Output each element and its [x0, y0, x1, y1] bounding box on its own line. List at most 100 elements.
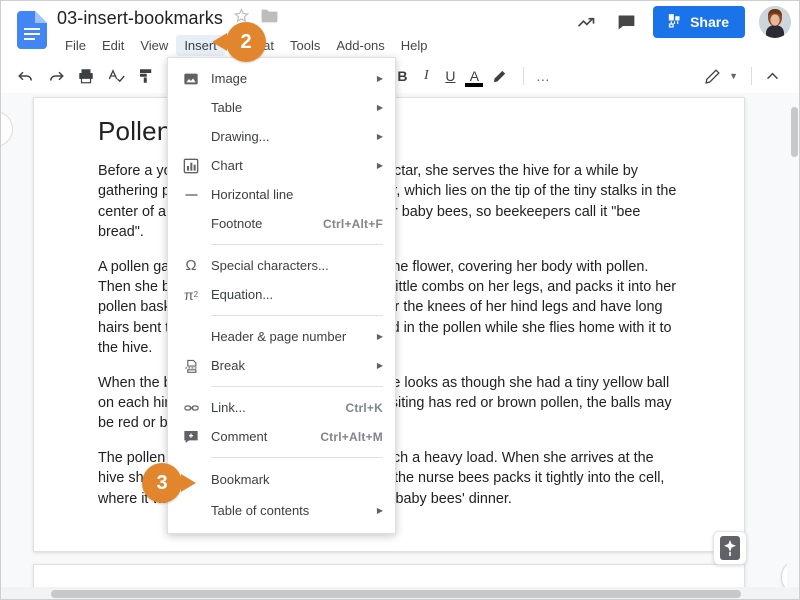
- chart-icon: [178, 158, 204, 174]
- menu-divider: [211, 386, 383, 387]
- chevron-right-icon: ▶: [376, 161, 383, 170]
- add-comment-icon: [178, 429, 204, 445]
- redo-icon[interactable]: [43, 63, 69, 89]
- callout-tail: [181, 474, 196, 492]
- insert-dropdown-menu: Image ▶ Table ▶ Drawing... ▶ Chart ▶ Hor…: [167, 57, 396, 534]
- header-actions: Share: [573, 6, 791, 38]
- menu-item-equation[interactable]: π2 Equation...: [168, 280, 395, 309]
- menu-tools[interactable]: Tools: [282, 35, 328, 56]
- docs-logo-icon[interactable]: [17, 11, 47, 49]
- image-icon: [178, 71, 204, 87]
- toolbar-divider: [523, 67, 525, 85]
- italic-button[interactable]: I: [414, 68, 438, 84]
- menu-help[interactable]: Help: [393, 35, 436, 56]
- menu-label: Bookmark: [211, 472, 270, 487]
- equation-icon: π2: [183, 286, 199, 303]
- menu-label: Break: [211, 358, 245, 373]
- vertical-scrollbar-thumb[interactable]: [791, 107, 798, 157]
- menu-label: Equation...: [211, 287, 274, 302]
- page-title[interactable]: 03-insert-bookmarks: [57, 8, 223, 29]
- explore-sparkle-icon: [720, 536, 740, 560]
- toolbar-divider: [751, 67, 752, 85]
- menu-label: Table of contents: [211, 503, 310, 518]
- chevron-right-icon: ▶: [376, 506, 383, 515]
- menu-label: Footnote: [211, 216, 263, 231]
- print-icon[interactable]: [73, 63, 99, 89]
- menu-label: Chart: [211, 158, 243, 173]
- menu-item-comment[interactable]: Comment Ctrl+Alt+M: [168, 422, 395, 451]
- share-button[interactable]: Share: [653, 6, 745, 38]
- text-color-label: A: [469, 68, 480, 84]
- menu-divider: [211, 315, 383, 316]
- omega-icon: Ω: [185, 257, 197, 274]
- highlight-pen-icon[interactable]: [486, 63, 512, 89]
- menu-item-footnote[interactable]: Footnote Ctrl+Alt+F: [168, 209, 395, 238]
- share-lock-icon: [666, 12, 683, 32]
- chevron-right-icon: ▶: [376, 361, 383, 370]
- menu-item-break[interactable]: Break ▶: [168, 351, 395, 380]
- callout-number: 2: [240, 30, 252, 53]
- menu-shortcut: Ctrl+Alt+F: [322, 216, 383, 231]
- vertical-scrollbar[interactable]: [787, 93, 799, 599]
- link-icon: [178, 400, 204, 416]
- undo-icon[interactable]: [13, 63, 39, 89]
- chevron-right-icon: ▶: [376, 132, 383, 141]
- share-label: Share: [690, 14, 729, 30]
- document-canvas: Pollen Before a young bee is old enough …: [1, 93, 799, 599]
- menu-label: Horizontal line: [211, 187, 294, 202]
- pencil-icon[interactable]: [699, 63, 725, 89]
- chevron-down-icon[interactable]: ▼: [729, 71, 738, 81]
- more-toolbar-button[interactable]: …: [531, 68, 555, 84]
- horizontal-scrollbar-thumb[interactable]: [51, 590, 741, 598]
- menu-label: Comment: [211, 429, 268, 444]
- underline-button[interactable]: U: [438, 68, 462, 84]
- paint-format-icon[interactable]: [133, 63, 159, 89]
- menu-label: Drawing...: [211, 129, 270, 144]
- menu-label: Image: [211, 71, 248, 86]
- menu-item-chart[interactable]: Chart ▶: [168, 151, 395, 180]
- menu-shortcut: Ctrl+K: [345, 400, 383, 415]
- app-header: 03-insert-bookmarks File Edit View Inser…: [1, 1, 799, 59]
- menu-item-image[interactable]: Image ▶: [168, 64, 395, 93]
- trending-up-icon[interactable]: [573, 9, 599, 35]
- chevron-up-icon[interactable]: [759, 63, 785, 89]
- menu-item-header-page-number[interactable]: Header & page number ▶: [168, 322, 395, 351]
- chevron-right-icon: ▶: [376, 74, 383, 83]
- menu-item-drawing[interactable]: Drawing... ▶: [168, 122, 395, 151]
- horizontal-scrollbar[interactable]: [1, 587, 799, 599]
- menu-item-link[interactable]: Link... Ctrl+K: [168, 393, 395, 422]
- menu-item-table[interactable]: Table ▶: [168, 93, 395, 122]
- menu-shortcut: Ctrl+Alt+M: [320, 429, 383, 444]
- formatting-toolbar: ▼ 11 ▼ B I U A … ▼: [1, 59, 799, 93]
- menu-item-table-of-contents[interactable]: Table of contents ▶: [168, 495, 395, 526]
- callout-tail: [212, 33, 227, 51]
- chevron-right-icon: ▶: [376, 332, 383, 341]
- spellcheck-icon[interactable]: [103, 63, 129, 89]
- bookmark-menu-item[interactable]: Bookmark: [168, 464, 395, 495]
- comment-icon[interactable]: [613, 9, 639, 35]
- page-break-icon: [178, 358, 204, 374]
- menu-file[interactable]: File: [57, 35, 94, 56]
- callout-number: 3: [156, 471, 168, 494]
- menu-label: Special characters...: [211, 258, 329, 273]
- outline-toggle-icon[interactable]: [1, 111, 13, 147]
- menu-divider: [211, 457, 383, 458]
- callout-badge-3: 3: [142, 463, 196, 503]
- menu-label: Table: [211, 100, 243, 115]
- google-docs-window: 03-insert-bookmarks File Edit View Inser…: [0, 0, 800, 600]
- callout-badge-2: 2: [212, 22, 266, 62]
- chevron-right-icon: ▶: [376, 103, 383, 112]
- text-color-button[interactable]: A: [462, 68, 486, 87]
- text-color-swatch: [465, 83, 484, 87]
- menu-item-special-characters[interactable]: Ω Special characters...: [168, 251, 395, 280]
- menu-view[interactable]: View: [132, 35, 176, 56]
- menu-label: Header & page number: [211, 329, 347, 344]
- menu-edit[interactable]: Edit: [94, 35, 132, 56]
- avatar[interactable]: [759, 6, 791, 38]
- horizontal-line-icon: [178, 187, 204, 203]
- folder-icon[interactable]: [260, 8, 279, 29]
- menu-addons[interactable]: Add-ons: [328, 35, 392, 56]
- menu-divider: [211, 244, 383, 245]
- explore-button[interactable]: [713, 531, 747, 565]
- menu-item-horizontal-line[interactable]: Horizontal line: [168, 180, 395, 209]
